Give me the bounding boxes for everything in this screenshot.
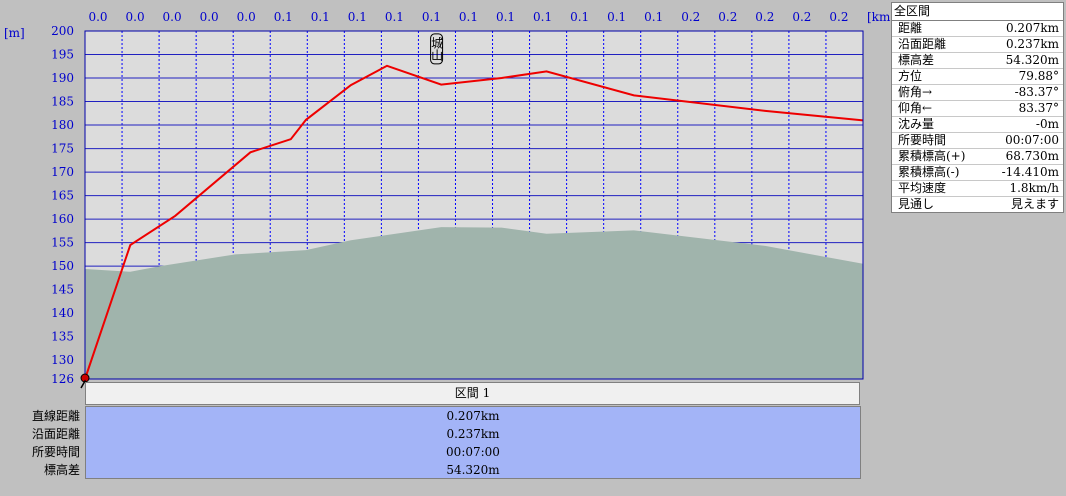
x-tick-label: 0.2 [792,10,811,24]
summary-row-value: 見えます [1010,197,1059,211]
summary-row: 距離 0.207km [892,21,1063,37]
section-values-panel: 0.207km 0.237km 00:07:00 54.320m [85,406,861,479]
section-header-button[interactable]: 区間 1 [85,382,860,405]
x-tick-label: 0.1 [385,10,404,24]
y-tick-label: 195 [51,48,74,62]
summary-row-value: 0.207km [1005,21,1059,35]
section-label: 直線距離 [31,409,80,423]
summary-row: 俯角→ -83.37° [892,85,1063,101]
section-label: 沿面距離 [31,427,80,441]
y-tick-label: 140 [51,306,74,320]
summary-row-label: 平均速度 [898,181,947,195]
y-tick-label: 160 [51,212,74,226]
summary-row: 平均速度 1.8km/h [892,181,1063,197]
x-tick-label: 0.2 [755,10,774,24]
x-tick-label: 0.2 [681,10,700,24]
y-tick-label: 130 [51,353,74,367]
summary-row-label: 距離 [898,21,923,35]
summary-row-value: 68.730m [1005,149,1059,163]
section-value: 0.207km [446,409,500,423]
x-tick-label: 0.0 [200,10,219,24]
summary-row-label: 所要時間 [898,133,947,147]
x-tick-label: 0.1 [459,10,478,24]
annotation-label: 城山 [430,36,444,60]
summary-row-value: 79.88° [1018,69,1059,83]
summary-row: 所要時間 00:07:00 [892,133,1063,149]
x-axis-ticks: 0.0 0.0 0.0 0.0 0.0 0.1 0.1 0.1 0.1 0.1 0.1 0.1 0.1 0… [88,10,848,24]
summary-row-label: 標高差 [898,53,935,67]
x-tick-label: 0.1 [274,10,293,24]
summary-row-value: 00:07:00 [1005,133,1059,147]
y-tick-label: 126 [51,372,74,386]
summary-row-value: 0.237km [1005,37,1059,51]
section-label: 所要時間 [31,445,80,459]
y-axis-ticks: 126 130 135 140 145 150 155 160 165 170 175 180 185 1… [51,24,74,386]
summary-row-value: -14.410m [1001,165,1059,179]
section-labels: 直線距離沿面距離所要時間標高差 [0,407,80,479]
y-tick-label: 155 [51,236,74,250]
x-tick-label: 0.2 [829,10,848,24]
summary-row: 仰角← 83.37° [892,101,1063,117]
summary-row-label: 累積標高(+) [898,149,966,163]
y-tick-label: 145 [51,283,74,297]
x-tick-label: 0.1 [422,10,441,24]
summary-row: 見通し 見えます [892,197,1063,212]
summary-row-label: 沈み量 [898,117,935,131]
y-tick-label: 175 [51,142,74,156]
x-tick-label: 0.0 [88,10,107,24]
section-label: 標高差 [43,463,80,477]
summary-row-value: 54.320m [1005,53,1059,67]
summary-panel: 全区間 距離 0.207km 沿面距離 0.237km 標高差 54.320m 方位 79.8… [891,2,1064,213]
y-tick-label: 150 [51,259,74,273]
summary-table: 距離 0.207km 沿面距離 0.237km 標高差 54.320m 方位 79.88° 俯角… [892,21,1063,212]
x-tick-label: 0.1 [570,10,589,24]
section-value: 00:07:00 [446,445,500,459]
x-tick-label: 0.2 [718,10,737,24]
summary-row-value: -0m [1035,117,1059,131]
summary-row-label: 方位 [898,69,923,83]
summary-row-value: 1.8km/h [1009,181,1059,195]
summary-row-label: 累積標高(-) [898,165,960,179]
summary-row-value: -83.37° [1014,85,1059,99]
summary-row: 沿面距離 0.237km [892,37,1063,53]
x-tick-label: 0.1 [607,10,626,24]
y-tick-label: 135 [51,330,74,344]
x-tick-label: 0.0 [163,10,182,24]
summary-row-value: 83.37° [1018,101,1059,115]
summary-row: 沈み量 -0m [892,117,1063,133]
summary-row-label: 沿面距離 [898,37,947,51]
y-tick-label: 165 [51,189,74,203]
section-value: 54.320m [446,463,500,477]
summary-row-label: 俯角→ [898,85,933,99]
x-tick-label: 0.1 [348,10,367,24]
x-tick-label: 0.1 [311,10,330,24]
summary-row-label: 仰角← [898,101,933,115]
summary-row: 方位 79.88° [892,69,1063,85]
x-tick-label: 0.1 [496,10,515,24]
y-tick-label: 180 [51,118,74,132]
x-tick-label: 0.1 [533,10,552,24]
x-tick-label: 0.1 [644,10,663,24]
y-tick-label: 170 [51,165,74,179]
y-tick-label: 200 [51,24,74,38]
section-value: 0.237km [446,427,500,441]
summary-row: 累積標高(+) 68.730m [892,149,1063,165]
x-tick-label: 0.0 [237,10,256,24]
summary-row: 標高差 54.320m [892,53,1063,69]
y-tick-label: 185 [51,95,74,109]
y-unit-label: [m] [4,26,25,40]
summary-title: 全区間 [892,3,1063,21]
summary-row-label: 見通し [898,197,935,211]
y-tick-label: 190 [51,71,74,85]
summary-row: 累積標高(-) -14.410m [892,165,1063,181]
x-tick-label: 0.0 [126,10,145,24]
chart-annotations: 城山 [430,33,444,65]
